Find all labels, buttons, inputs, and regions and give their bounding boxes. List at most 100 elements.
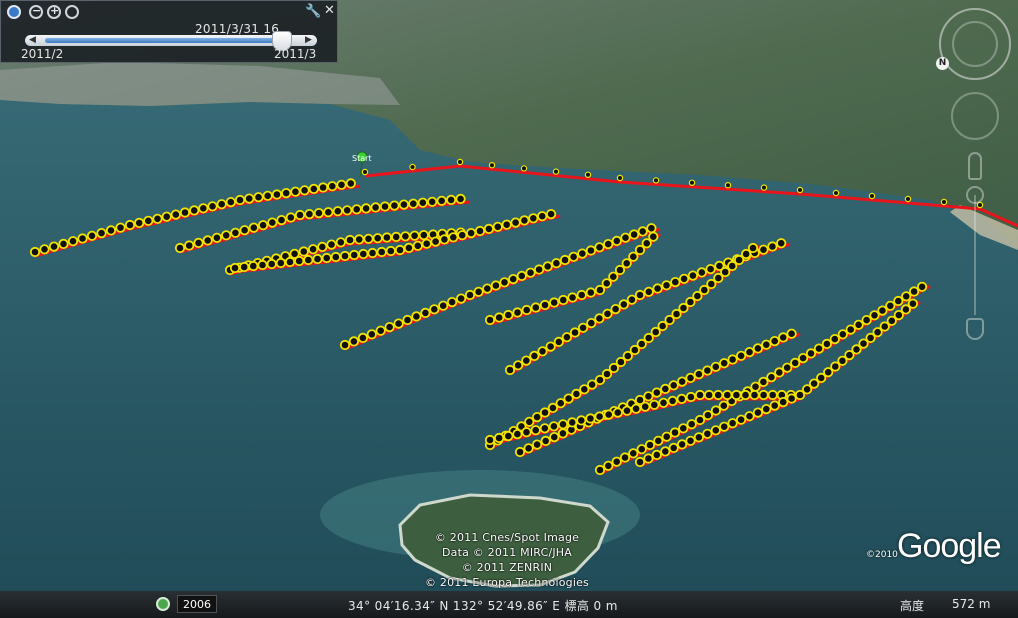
track-point-marker[interactable] <box>363 233 374 244</box>
clock-icon[interactable] <box>7 5 21 19</box>
track-point-marker[interactable] <box>703 389 715 401</box>
track-point-marker[interactable] <box>790 357 801 368</box>
tilt-control[interactable] <box>952 21 998 67</box>
track-point-marker[interactable] <box>501 219 512 230</box>
satellite-map[interactable]: Start <box>0 0 1018 618</box>
track-point-marker[interactable] <box>421 238 432 249</box>
track-point-marker[interactable] <box>271 189 282 200</box>
track-point-marker[interactable] <box>465 228 477 239</box>
track-point-marker[interactable] <box>696 267 707 278</box>
track-point-marker[interactable] <box>39 244 50 255</box>
track-point-marker[interactable] <box>767 241 778 252</box>
zoom-in-icon[interactable]: + <box>47 4 61 19</box>
track-point-marker[interactable] <box>531 439 543 450</box>
track-point-marker[interactable] <box>688 179 696 186</box>
track-point-marker[interactable] <box>375 325 386 336</box>
track-point-marker[interactable] <box>342 205 353 216</box>
track-point-marker[interactable] <box>540 435 551 446</box>
track-point-marker[interactable] <box>676 439 688 450</box>
track-point-marker[interactable] <box>525 267 536 278</box>
track-point-marker[interactable] <box>603 239 614 250</box>
track-point-marker[interactable] <box>533 264 545 275</box>
track-point-marker[interactable] <box>752 407 764 418</box>
track-point-marker[interactable] <box>539 299 551 311</box>
street-view-person-icon[interactable] <box>968 152 982 180</box>
track-point-marker[interactable] <box>551 258 562 269</box>
look-joystick[interactable] <box>951 92 999 140</box>
track-point-marker[interactable] <box>409 163 416 171</box>
track-point-marker[interactable] <box>370 202 381 213</box>
track-point-marker[interactable] <box>561 332 573 343</box>
track-point-marker[interactable] <box>455 293 467 304</box>
track-point-marker[interactable] <box>621 405 633 416</box>
track-point-marker[interactable] <box>687 270 699 281</box>
track-point-marker[interactable] <box>294 209 306 221</box>
track-point-marker[interactable] <box>409 230 420 241</box>
track-point-marker[interactable] <box>530 302 541 313</box>
track-point-marker[interactable] <box>290 186 301 197</box>
track-point-marker[interactable] <box>760 184 768 191</box>
track-point-marker[interactable] <box>660 383 671 394</box>
track-point-marker[interactable] <box>239 225 250 236</box>
track-point-marker[interactable] <box>521 355 532 366</box>
track-point-marker[interactable] <box>312 253 323 265</box>
track-point-marker[interactable] <box>67 236 79 247</box>
track-point-marker[interactable] <box>740 389 751 401</box>
track-point-marker[interactable] <box>358 248 369 260</box>
track-point-marker[interactable] <box>285 212 296 223</box>
track-point-marker[interactable] <box>628 448 639 459</box>
track-point-marker[interactable] <box>678 273 690 284</box>
track-point-marker[interactable] <box>685 391 697 403</box>
track-point-marker[interactable] <box>569 327 581 338</box>
track-point-marker[interactable] <box>193 237 204 248</box>
track-point-marker[interactable] <box>907 298 919 309</box>
track-point-marker[interactable] <box>335 237 346 248</box>
track-point-marker[interactable] <box>327 181 338 192</box>
track-point-marker[interactable] <box>620 232 631 243</box>
track-point-marker[interactable] <box>616 174 624 182</box>
track-point-marker[interactable] <box>769 400 780 411</box>
track-point-marker[interactable] <box>403 242 414 253</box>
track-point-marker[interactable] <box>438 300 449 311</box>
track-point-marker[interactable] <box>908 286 920 297</box>
track-point-marker[interactable] <box>266 258 277 270</box>
track-point-marker[interactable] <box>555 398 566 409</box>
track-point-marker[interactable] <box>179 207 191 218</box>
track-point-marker[interactable] <box>594 464 606 476</box>
track-point-marker[interactable] <box>594 284 606 296</box>
track-point-marker[interactable] <box>630 403 642 414</box>
track-point-marker[interactable] <box>611 235 622 246</box>
track-point-marker[interactable] <box>845 324 856 335</box>
reset-icon[interactable] <box>65 5 79 19</box>
track-point-marker[interactable] <box>563 393 574 404</box>
track-point-marker[interactable] <box>499 277 510 288</box>
track-point-marker[interactable] <box>330 251 341 263</box>
track-point-marker[interactable] <box>567 417 578 428</box>
track-point-marker[interactable] <box>372 233 383 244</box>
track-point-marker[interactable] <box>381 232 392 243</box>
track-point-marker[interactable] <box>492 221 503 232</box>
track-point-marker[interactable] <box>649 399 660 410</box>
zoom-out-icon[interactable]: − <box>29 4 43 19</box>
track-point-marker[interactable] <box>885 300 896 311</box>
track-point-marker[interactable] <box>586 317 597 329</box>
track-point-marker[interactable] <box>385 245 396 257</box>
track-point-marker[interactable] <box>702 365 713 376</box>
track-point-marker[interactable] <box>670 276 681 288</box>
step-back-icon[interactable]: ◀ <box>29 35 36 45</box>
track-point-marker[interactable] <box>727 354 738 365</box>
track-point-marker[interactable] <box>686 419 697 430</box>
track-point-marker[interactable] <box>512 428 523 440</box>
track-point-marker[interactable] <box>636 444 647 455</box>
track-point-marker[interactable] <box>229 262 241 274</box>
wrench-icon[interactable]: 🔧 <box>305 4 321 19</box>
track-point-marker[interactable] <box>234 194 246 206</box>
track-point-marker[interactable] <box>303 254 314 266</box>
track-point-marker[interactable] <box>339 250 351 262</box>
track-point-marker[interactable] <box>868 192 876 200</box>
track-point-marker[interactable] <box>170 209 181 220</box>
track-point-marker[interactable] <box>545 209 557 220</box>
track-point-marker[interactable] <box>393 318 404 329</box>
track-point-marker[interactable] <box>628 229 640 240</box>
track-point-marker[interactable] <box>637 226 648 237</box>
